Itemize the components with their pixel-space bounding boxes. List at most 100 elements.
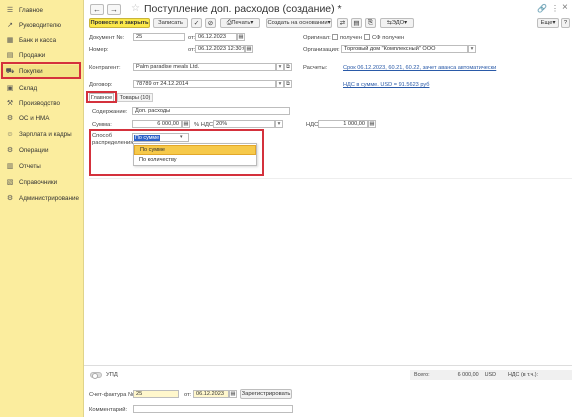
forward-button[interactable]: → xyxy=(107,4,121,15)
vat-percent-dropdown[interactable]: ▾ xyxy=(275,120,283,128)
highlight-frame xyxy=(86,91,117,103)
contract-field[interactable]: 78789 от 24.12.2014 xyxy=(133,80,276,88)
sidebar-item-label: Зарплата и кадры xyxy=(19,130,72,138)
counterparty-field[interactable]: Palm paradise meals Ltd. xyxy=(133,63,276,71)
organization-field[interactable]: Торговый дом "Комплексный" ООО xyxy=(341,45,468,53)
vat-included-label: НДС (в т.ч.): xyxy=(508,372,539,378)
link-icon[interactable]: 🔗 xyxy=(537,4,547,13)
sidebar-item-operations[interactable]: ⚙ Операции xyxy=(3,144,81,156)
sf-received-label: СФ получен xyxy=(372,35,405,41)
calendar-button[interactable]: ▦ xyxy=(229,390,237,398)
sidebar-item-label: Производство xyxy=(19,99,61,107)
contract-dropdown[interactable]: ▾ xyxy=(276,80,284,88)
datetime-field[interactable]: 06.12.2023 12:30:00 xyxy=(195,45,245,53)
calendar-button[interactable]: ▦ xyxy=(237,33,245,41)
more-icon[interactable]: ⋮ xyxy=(551,4,559,13)
chevron-down-icon: ▾ xyxy=(278,64,282,70)
chevron-down-icon: ▾ xyxy=(404,20,408,26)
post-and-close-button[interactable]: Провести и закрыть xyxy=(89,18,150,28)
sum-field[interactable]: 6 000,00 xyxy=(132,120,182,128)
sidebar-item-admin[interactable]: ⚙ Администрирование xyxy=(3,192,81,204)
create-based-on-button[interactable]: Создать на основании ▾ xyxy=(266,18,332,28)
directory-icon: ▧ xyxy=(6,179,14,186)
calculator-button[interactable]: ▦ xyxy=(182,120,190,128)
sidebar-item-manager[interactable]: ↗ Руководителю xyxy=(3,19,81,31)
edo-button[interactable]: ⇆ ЭДО ▾ xyxy=(380,18,414,28)
comment-label: Комментарий: xyxy=(89,407,128,413)
register-button[interactable]: Зарегистрировать xyxy=(240,389,292,399)
sidebar-item-label: Администрирование xyxy=(19,194,80,202)
received-checkbox[interactable] xyxy=(332,34,338,40)
attach-icon: ⎘ xyxy=(367,19,374,26)
sidebar-item-warehouse[interactable]: ▣ Склад xyxy=(3,82,81,94)
tab-content-area xyxy=(89,178,572,362)
upd-toggle[interactable] xyxy=(90,372,102,379)
comment-field[interactable] xyxy=(133,405,293,413)
settlements-label: Расчеты: xyxy=(303,65,328,71)
calendar-button[interactable]: ▦ xyxy=(245,45,253,53)
calendar-icon: ▦ xyxy=(230,391,236,397)
doc-icon: ▤ xyxy=(353,20,360,27)
bank-icon: ▦ xyxy=(6,37,14,44)
content-label: Содержание: xyxy=(92,109,128,115)
close-icon[interactable]: × xyxy=(562,2,568,13)
sidebar-item-assets[interactable]: ⚙ ОС и НМА xyxy=(3,112,81,124)
post-button[interactable]: ✓ xyxy=(191,18,202,28)
counterparty-dropdown[interactable]: ▾ xyxy=(276,63,284,71)
structure-icon: ⇄ xyxy=(339,20,346,27)
sum-label: Сумма: xyxy=(92,122,112,128)
unpost-icon: ⊘ xyxy=(207,20,214,27)
warehouse-icon: ▣ xyxy=(6,85,14,92)
sf-received-checkbox[interactable] xyxy=(364,34,370,40)
save-button[interactable]: Записать xyxy=(153,18,188,28)
sidebar-item-bank[interactable]: ▦ Банк и касса xyxy=(3,34,81,46)
sidebar-item-label: Руководителю xyxy=(19,21,62,29)
chevron-down-icon: ▾ xyxy=(552,20,556,26)
sidebar-item-sales[interactable]: ▤ Продажи xyxy=(3,49,81,61)
contract-label: Договор: xyxy=(89,82,113,88)
organization-dropdown[interactable]: ▾ xyxy=(468,45,476,53)
sidebar-item-production[interactable]: ⚒ Производство xyxy=(3,97,81,109)
assets-icon: ⚙ xyxy=(6,115,14,122)
related-docs-button[interactable]: ▤ xyxy=(351,18,362,28)
received-label: получен xyxy=(340,35,362,41)
factory-icon: ⚒ xyxy=(6,100,14,107)
doc-number-label: Документ №: xyxy=(89,35,125,41)
contract-open-button[interactable]: ⧉ xyxy=(284,80,292,88)
unpost-button[interactable]: ⊘ xyxy=(205,18,216,28)
calculator-button[interactable]: ▦ xyxy=(368,120,376,128)
vat-field[interactable]: 1 000,00 xyxy=(318,120,368,128)
document-form: ← → ☆ Поступление доп. расходов (создани… xyxy=(84,0,572,417)
highlight-frame xyxy=(1,62,81,79)
help-button[interactable]: ? xyxy=(561,18,570,28)
doc-number-field[interactable]: 25 xyxy=(133,33,185,41)
sidebar-item-salary[interactable]: ☺ Зарплата и кадры xyxy=(3,128,81,140)
vat-percent-field[interactable]: 20% xyxy=(213,120,275,128)
sidebar-item-reports[interactable]: ▥ Отчеты xyxy=(3,160,81,172)
organization-label: Организация: xyxy=(303,47,340,53)
counterparty-open-button[interactable]: ⧉ xyxy=(284,63,292,71)
sidebar-item-directories[interactable]: ▧ Справочники xyxy=(3,176,81,188)
total-value: 6 000,00 xyxy=(457,372,479,378)
structure-button[interactable]: ⇄ xyxy=(337,18,348,28)
tab-goods[interactable]: Товары (10) xyxy=(117,93,153,102)
favorite-star-icon[interactable]: ☆ xyxy=(131,3,140,14)
content-field[interactable]: Доп. расходы xyxy=(132,107,290,115)
totals-bar: Всего: 6 000,00 USD НДС (в т.ч.): xyxy=(410,370,572,380)
print-button[interactable]: ⎙ Печать ▾ xyxy=(220,18,260,28)
more-actions-button[interactable]: Еще ▾ xyxy=(537,18,559,28)
sidebar-item-main[interactable]: ☰ Главное xyxy=(3,4,81,16)
sidebar-item-label: Справочники xyxy=(19,178,58,186)
date-field[interactable]: 06.12.2023 xyxy=(195,33,237,41)
sidebar-item-label: Операции xyxy=(19,146,49,154)
attach-button[interactable]: ⎘ xyxy=(365,18,376,28)
chevron-down-icon: ▾ xyxy=(277,121,281,127)
back-button[interactable]: ← xyxy=(90,4,104,15)
settlements-link[interactable]: Срок 06.12.2023, 60.21, 60.22, зачет ава… xyxy=(343,65,496,71)
vat-link[interactable]: НДС в сумме. USD = 91.5623 руб xyxy=(343,82,429,88)
link-icon: ⧉ xyxy=(286,80,290,87)
sidebar-item-label: Склад xyxy=(19,84,38,92)
invoice-date-field[interactable]: 06.12.2023 xyxy=(193,390,229,398)
home-icon: ☰ xyxy=(6,7,14,14)
invoice-number-field[interactable]: 25 xyxy=(133,390,179,398)
